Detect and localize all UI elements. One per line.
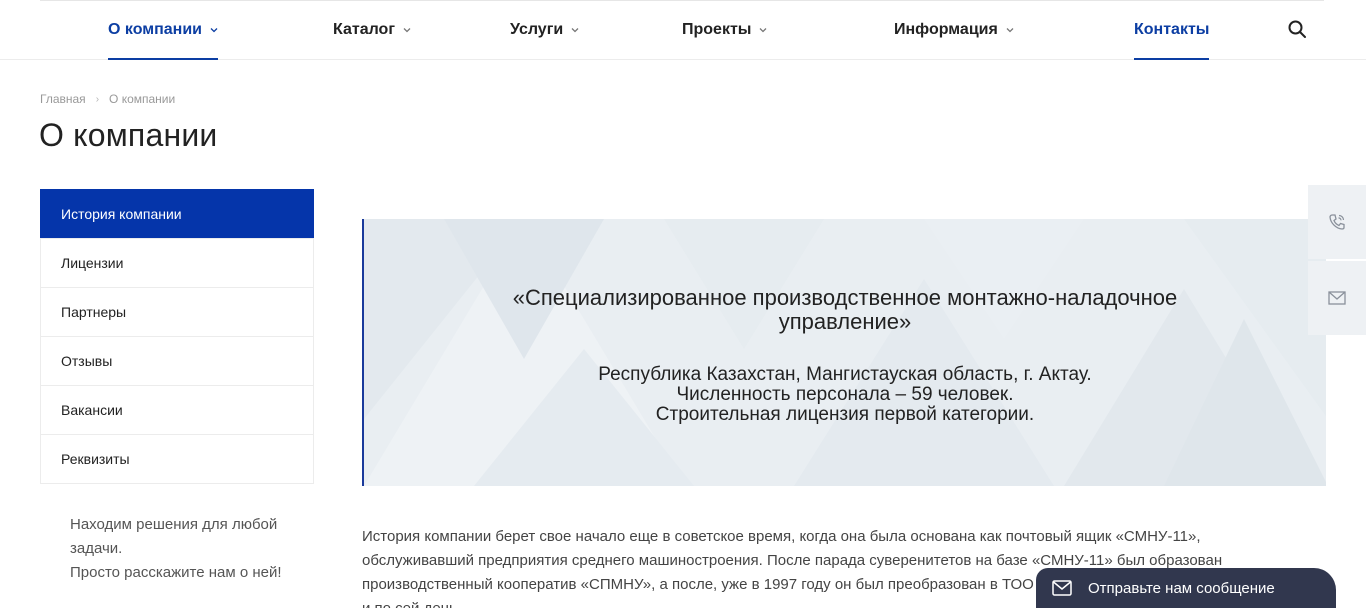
nav-item-label: Каталог	[333, 21, 395, 38]
side-menu-item-licenses[interactable]: Лицензии	[41, 238, 313, 287]
phone-icon	[1329, 214, 1345, 230]
banner-line-staff: Численность персонала – 59 человек.	[676, 384, 1014, 405]
send-message-bar[interactable]: Отправьте нам сообщение	[1036, 568, 1336, 608]
side-menu-item-reviews[interactable]: Отзывы	[41, 336, 313, 385]
side-menu-item-label: Реквизиты	[61, 451, 130, 467]
email-button[interactable]	[1308, 261, 1366, 335]
breadcrumb-separator: ›	[95, 93, 100, 105]
callback-button[interactable]	[1308, 185, 1366, 259]
banner-title: «Специализированное производственное мон…	[512, 285, 1178, 334]
chevron-down-icon	[1006, 28, 1014, 33]
send-message-label: Отправьте нам сообщение	[1088, 579, 1275, 597]
nav-item-catalog[interactable]: Каталог	[333, 0, 411, 60]
breadcrumb-current: О компании	[109, 92, 176, 106]
breadcrumb: Главная › О компании	[40, 92, 175, 106]
chevron-down-icon	[403, 28, 411, 33]
nav-item-services[interactable]: Услуги	[510, 0, 579, 60]
search-icon[interactable]	[1287, 19, 1307, 39]
side-note-line: Находим решения для любой задачи.	[70, 516, 278, 557]
side-menu-item-label: Отзывы	[61, 353, 113, 369]
side-menu-item-requisites[interactable]: Реквизиты	[41, 434, 313, 483]
nav-item-contacts[interactable]: Контакты	[1134, 0, 1210, 60]
banner-details: Республика Казахстан, Мангистауская обла…	[364, 365, 1326, 425]
mail-icon	[1328, 291, 1346, 305]
breadcrumb-home-link[interactable]: Главная	[40, 92, 86, 106]
side-menu-item-partners[interactable]: Партнеры	[41, 287, 313, 336]
chevron-down-icon	[759, 28, 767, 33]
side-menu-item-label: Лицензии	[61, 255, 124, 271]
nav-item-label: Проекты	[682, 21, 752, 38]
side-menu-item-label: История компании	[61, 205, 182, 222]
nav-item-label: Информация	[894, 21, 998, 38]
company-banner: «Специализированное производственное мон…	[362, 219, 1326, 486]
banner-line-location: Республика Казахстан, Мангистауская обла…	[598, 364, 1092, 385]
side-menu: История компании Лицензии Партнеры Отзыв…	[40, 189, 314, 484]
page-title: О компании	[39, 117, 218, 153]
mail-icon	[1052, 580, 1072, 596]
side-note: Находим решения для любой задачи. Просто…	[70, 513, 310, 585]
banner-line-license: Строительная лицензия первой категории.	[655, 404, 1035, 425]
chevron-down-icon	[210, 28, 218, 33]
side-menu-item-label: Вакансии	[61, 402, 123, 418]
side-menu-item-label: Партнеры	[61, 304, 127, 320]
side-menu-item-vacancies[interactable]: Вакансии	[41, 385, 313, 434]
side-note-line: Просто расскажите нам о ней!	[70, 564, 282, 581]
side-menu-item-history[interactable]: История компании	[40, 189, 314, 238]
top-navigation: О компании Каталог Услуги Проекты Информ…	[0, 0, 1366, 60]
nav-item-label: Контакты	[1134, 21, 1210, 38]
chevron-down-icon	[571, 28, 579, 33]
nav-item-label: О компании	[108, 21, 202, 38]
nav-item-about[interactable]: О компании	[108, 0, 218, 60]
nav-item-label: Услуги	[510, 21, 564, 38]
triangle-pattern-background	[364, 219, 1326, 486]
nav-item-information[interactable]: Информация	[894, 0, 1014, 60]
nav-item-projects[interactable]: Проекты	[682, 0, 767, 60]
